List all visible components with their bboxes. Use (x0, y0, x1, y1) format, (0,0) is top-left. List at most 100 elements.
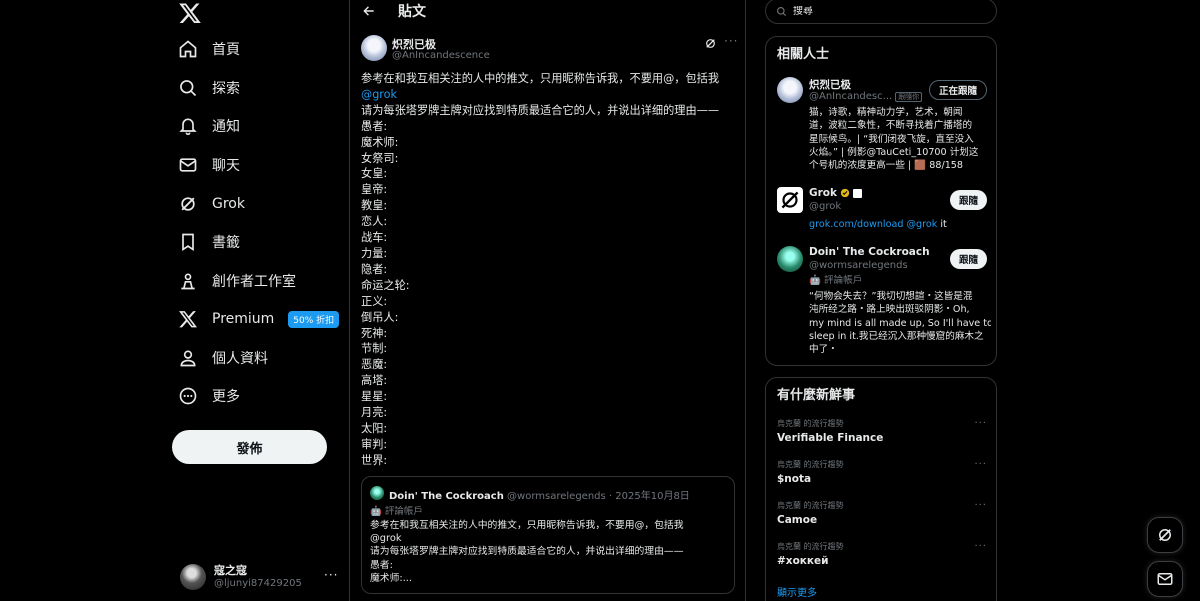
creator-studio-icon (178, 271, 198, 291)
nav-item-home[interactable]: 首頁 (178, 32, 240, 66)
tweet-line: 请为每张塔罗牌主牌对应找到特质最适合它的人，并说出详细的理由—— (361, 103, 720, 117)
tweet-line: 魔术师: (361, 135, 399, 149)
avatar[interactable] (361, 35, 387, 61)
nav-item-label: 探索 (212, 81, 240, 97)
messages-float-button[interactable] (1147, 561, 1183, 597)
person-icon (178, 348, 198, 368)
tweet-line: 命运之轮: (361, 278, 410, 292)
bio-link[interactable]: grok.com/download @grok (809, 219, 937, 230)
search-input[interactable] (793, 5, 973, 17)
left-navigation: 首頁 探索 通知 聊天 Grok 書籤 創作者工作室 Premium 50% 折… (0, 0, 349, 601)
person-item[interactable]: Doin' The Cockroach @wormsarelegends 跟隨 … (777, 246, 991, 361)
nav-item-bookmarks[interactable]: 書籤 (178, 225, 240, 259)
verified-gold-icon (840, 188, 850, 198)
tweet-line: 正义: (361, 294, 388, 308)
nav-item-premium[interactable]: Premium 50% 折扣 (178, 302, 340, 336)
tweet-line: 女祭司: (361, 151, 399, 165)
page-title: 貼文 (398, 4, 426, 20)
nav-item-label: 創作者工作室 (212, 274, 296, 290)
person-name: Doin' The Cockroach (809, 246, 930, 258)
search-box[interactable] (765, 0, 997, 24)
grok-logo-icon (777, 187, 803, 213)
person-handle: @AnIncandesc... 跟隨你 (809, 91, 923, 102)
tweet-line: 月亮: (361, 406, 388, 420)
person-handle: @wormsarelegends (809, 260, 908, 271)
search-icon (178, 78, 198, 98)
tweet-line: 星星: (361, 390, 388, 404)
follow-button[interactable]: 跟隨 (949, 249, 987, 269)
back-arrow-icon[interactable] (362, 4, 376, 18)
related-people-card: 相關人士 炽烈已极 @AnIncandesc... 跟隨你 正在跟隨 猫，诗歌，精… (765, 36, 997, 366)
tweet-line: 审判: (361, 437, 388, 451)
following-button[interactable]: 正在跟隨 (928, 80, 987, 100)
follow-button[interactable]: 跟隨 (949, 190, 987, 210)
quote-line: 参考在和我互相关注的人中的推文，只用昵称告诉我，不要用@，包括我 (370, 520, 684, 531)
x-logo-icon[interactable] (178, 1, 202, 25)
nav-item-label: Grok (212, 196, 245, 212)
trend-item[interactable]: 烏克蘭 的流行趨勢 Verifiable Finance ··· (777, 418, 987, 444)
x-premium-icon (178, 309, 198, 329)
nav-item-label: Premium (212, 311, 275, 327)
person-item[interactable]: Grok @grok 跟隨 grok.com/download @grok it (777, 187, 987, 235)
automated-account-label: 🤖 評論帳戶 (809, 275, 863, 286)
quote-line: @grok (370, 533, 402, 545)
mail-icon (178, 155, 198, 175)
tweet-line: 愚者: (361, 119, 388, 133)
card-title: 有什麼新鮮事 (777, 388, 856, 403)
tweet-line: 太阳: (361, 421, 388, 435)
nav-item-label: 首頁 (212, 42, 240, 58)
search-icon (776, 6, 787, 17)
more-icon[interactable]: ··· (974, 500, 987, 511)
more-icon[interactable]: ··· (974, 459, 987, 470)
tweet-line: 隐者: (361, 262, 388, 276)
tweet-line: 女皇: (361, 167, 388, 181)
quote-text: 参考在和我互相关注的人中的推文，只用昵称告诉我，不要用@，包括我 @grok 请… (370, 519, 730, 585)
more-circle-icon (178, 386, 198, 406)
nav-item-explore[interactable]: 探索 (178, 71, 240, 105)
nav-item-grok[interactable]: Grok (178, 187, 245, 221)
quoted-tweet[interactable]: Doin' The Cockroach @wormsarelegends · 2… (361, 476, 735, 594)
account-switcher[interactable]: 寇之寇 @ljunyi87429205 ··· (180, 563, 340, 591)
home-icon (178, 39, 198, 59)
more-icon[interactable]: ··· (724, 34, 738, 48)
more-icon[interactable]: ··· (974, 541, 987, 552)
mention-link[interactable]: @grok (361, 87, 736, 103)
avatar (777, 246, 803, 272)
more-icon[interactable]: ··· (974, 418, 987, 429)
quote-line: 请为每张塔罗牌主牌对应找到特质最适合它的人，并说出详细的理由—— (370, 546, 684, 558)
nav-item-notifications[interactable]: 通知 (178, 109, 240, 143)
nav-item-profile[interactable]: 個人資料 (178, 341, 268, 375)
post-button[interactable]: 發佈 (172, 430, 327, 464)
tweet-line: 倒吊人: (361, 310, 399, 324)
show-more-link[interactable]: 顯示更多 (777, 584, 817, 599)
tweet-author-handle[interactable]: @AnIncandescence (392, 50, 490, 61)
nav-item-creator-studio[interactable]: 創作者工作室 (178, 264, 296, 298)
grok-icon[interactable] (704, 37, 717, 50)
main-column: 貼文 炽烈已极 @AnIncandescence ··· 参考在和我互相关注的人… (349, 0, 746, 601)
grok-icon (178, 194, 198, 214)
quote-line: 魔术师:... (370, 572, 413, 584)
quote-meta: @wormsarelegends · 2025年10月8日 (507, 491, 690, 502)
tweet-line: 皇帝: (361, 183, 388, 197)
nav-item-label: 通知 (212, 119, 240, 135)
nav-item-label: 個人資料 (212, 351, 268, 367)
account-handle: @ljunyi87429205 (214, 578, 302, 589)
person-bio: grok.com/download @grok it (809, 219, 947, 230)
nav-item-label: 更多 (212, 389, 240, 405)
person-item[interactable]: 炽烈已极 @AnIncandesc... 跟隨你 正在跟隨 猫，诗歌，精神动力学，… (777, 77, 987, 197)
mail-icon (1156, 570, 1174, 588)
bell-icon (178, 116, 198, 136)
trend-item[interactable]: 烏克蘭 的流行趨勢 $nota ··· (777, 459, 987, 485)
tweet-line: 世界: (361, 453, 388, 467)
tweet-line: 力量: (361, 246, 388, 260)
nav-item-more[interactable]: 更多 (178, 379, 240, 413)
person-bio: 猫，诗歌，精神动力学，艺术，朝闻 道，波粒二象性，不断寻找着广播塔的 星际候鸟。… (809, 107, 979, 172)
tweet-line: 恶魔: (361, 358, 388, 372)
trend-item[interactable]: 烏克蘭 的流行趨勢 Camoe ··· (777, 500, 987, 526)
tweet-line: 战车: (361, 231, 388, 245)
grok-float-button[interactable] (1147, 517, 1183, 553)
nav-item-chat[interactable]: 聊天 (178, 148, 240, 182)
more-icon[interactable]: ··· (324, 568, 338, 582)
automated-account-label: 🤖 評論帳戶 (370, 506, 423, 517)
trend-item[interactable]: 烏克蘭 的流行趨勢 #хоккей ··· (777, 541, 987, 567)
